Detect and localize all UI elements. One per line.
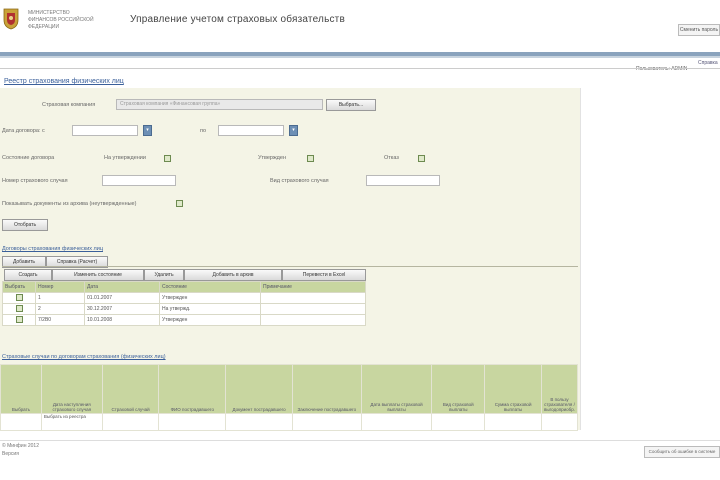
- event-number-input[interactable]: [102, 175, 176, 186]
- copyright: © Минфин 2012: [2, 443, 39, 449]
- insurer-label: Страховая компания: [42, 102, 96, 108]
- select-insurer-button[interactable]: Выбрать...: [326, 99, 376, 111]
- table-header-row: Выбрать Номер Дата Состояние Примечание: [2, 281, 366, 293]
- column-header[interactable]: Дата наступления страхового случая: [40, 364, 103, 414]
- row-select-cell[interactable]: [2, 292, 36, 304]
- event-type-label: Вид страхового случая: [270, 178, 329, 184]
- state-pending-checkbox[interactable]: [164, 155, 171, 162]
- event-cell: [158, 413, 227, 431]
- coat-of-arms-icon: [3, 8, 19, 30]
- row-select-cell[interactable]: [2, 303, 36, 315]
- contract-date: 10.01.2008: [84, 314, 160, 326]
- event-cell: [291, 413, 362, 431]
- column-header[interactable]: ФИО пострадавшего: [158, 364, 227, 414]
- column-header[interactable]: Выбрать: [0, 364, 42, 414]
- contracts-section-title: Договоры страхования физических лиц: [2, 246, 103, 252]
- column-header[interactable]: Заключение пострадавшего: [291, 364, 362, 414]
- contract-state: Утвержден: [159, 292, 261, 304]
- events-table: Выбрать Дата наступления страхового случ…: [0, 364, 578, 431]
- ministry-line-2: ФИНАНСОВ РОССИЙСКОЙ ФЕДЕРАЦИИ: [28, 17, 94, 30]
- event-cell: [101, 413, 160, 431]
- table-header-row: Выбрать Дата наступления страхового случ…: [0, 364, 578, 414]
- show-archived-checkbox[interactable]: [176, 200, 183, 207]
- column-header[interactable]: Вид страховой выплаты: [431, 364, 486, 414]
- report-error-button[interactable]: Сообщить об ошибке в системе: [644, 446, 720, 458]
- contract-state-label: Состояние договора: [2, 155, 55, 161]
- table-row[interactable]: 1 01.01.2007 Утвержден: [2, 292, 366, 304]
- column-header[interactable]: В пользу страхователя / выгодоприобр.: [541, 364, 578, 414]
- column-header[interactable]: Документ пострадавшего: [225, 364, 293, 414]
- column-header[interactable]: Дата: [84, 281, 160, 293]
- table-row[interactable]: Выбрать из реестра: [0, 413, 578, 431]
- insurer-field: Страховая компания «Финансовая группа»: [116, 99, 323, 110]
- state-rejected-checkbox[interactable]: [418, 155, 425, 162]
- date-from-input[interactable]: [72, 125, 138, 136]
- contracts-table: Выбрать Номер Дата Состояние Примечание …: [2, 281, 366, 326]
- column-header[interactable]: Сумма страховой выплаты: [484, 364, 542, 414]
- divider: [2, 266, 578, 267]
- app-title: Управление учетом страховых обязательств: [130, 14, 345, 25]
- state-option-label: Отказ: [384, 155, 399, 161]
- contract-number: 1: [35, 292, 85, 304]
- contract-date: 30.12.2007: [84, 303, 160, 315]
- contract-date: 01.01.2007: [84, 292, 160, 304]
- contract-state: Утвержден: [159, 314, 261, 326]
- column-header[interactable]: Номер: [35, 281, 85, 293]
- event-cell: [484, 413, 542, 431]
- footer-divider: [0, 440, 720, 441]
- event-cell[interactable]: Выбрать из реестра: [40, 413, 103, 431]
- divider: [580, 88, 581, 430]
- contract-note: [260, 292, 366, 304]
- table-row[interactable]: 2 30.12.2007 На утвержд.: [2, 303, 366, 315]
- row-checkbox[interactable]: [15, 315, 23, 323]
- state-option-label: Утвержден: [258, 155, 286, 161]
- table-row[interactable]: 7/2В0 10.01.2008 Утвержден: [2, 314, 366, 326]
- row-checkbox[interactable]: [15, 293, 23, 301]
- row-select-cell[interactable]: [2, 314, 36, 326]
- export-excel-button[interactable]: Перевести в Excel: [282, 269, 366, 281]
- column-header[interactable]: Дата выплаты страховой выплаты: [360, 364, 433, 414]
- events-section-title: Страховые случаи по договорам страховани…: [2, 354, 166, 360]
- event-cell: [0, 413, 42, 431]
- delete-button[interactable]: Удалить: [144, 269, 184, 281]
- date-from-label: Дата договора: с: [2, 128, 45, 134]
- column-header[interactable]: Состояние: [159, 281, 261, 293]
- page-title[interactable]: Реестр страхования физических лиц: [4, 78, 124, 85]
- column-header[interactable]: Примечание: [260, 281, 366, 293]
- contract-number: 7/2В0: [35, 314, 85, 326]
- calendar-icon[interactable]: ▾: [143, 125, 152, 136]
- contract-number: 2: [35, 303, 85, 315]
- event-cell: [360, 413, 433, 431]
- event-number-label: Номер страхового случая: [2, 178, 68, 184]
- calendar-icon[interactable]: ▾: [289, 125, 298, 136]
- change-state-button[interactable]: Изменить состояние: [52, 269, 144, 281]
- archive-button[interactable]: Добавить в архив: [184, 269, 282, 281]
- version: Версия: [2, 451, 19, 457]
- column-header[interactable]: Выбрать: [2, 281, 36, 293]
- contract-note: [260, 314, 366, 326]
- ministry-name: МИНИСТЕРСТВО ФИНАНСОВ РОССИЙСКОЙ ФЕДЕРАЦ…: [28, 10, 118, 31]
- divider: [0, 68, 720, 69]
- contract-state: На утвержд.: [159, 303, 261, 315]
- contract-note: [260, 303, 366, 315]
- show-archived-label: Показывать документы из архива (неутверж…: [2, 201, 137, 207]
- row-checkbox[interactable]: [15, 304, 23, 312]
- state-option-label: На утверждении: [104, 155, 146, 161]
- event-type-input[interactable]: [366, 175, 440, 186]
- date-to-input[interactable]: [218, 125, 284, 136]
- ministry-line-1: МИНИСТЕРСТВО: [28, 10, 70, 16]
- event-cell: [431, 413, 486, 431]
- header-bar-shadow: [0, 56, 720, 58]
- current-user: Пользователь: ADMIN: [636, 66, 688, 72]
- state-approved-checkbox[interactable]: [307, 155, 314, 162]
- help-link[interactable]: Справка: [698, 60, 718, 66]
- change-password-button[interactable]: Сменить пароль: [678, 24, 720, 36]
- column-header[interactable]: Страховой случай: [101, 364, 160, 414]
- event-cell: [541, 413, 578, 431]
- event-cell: [225, 413, 293, 431]
- date-to-label: по: [200, 128, 207, 134]
- create-button[interactable]: Создать: [4, 269, 52, 281]
- apply-filter-button[interactable]: Отобрать: [2, 219, 48, 231]
